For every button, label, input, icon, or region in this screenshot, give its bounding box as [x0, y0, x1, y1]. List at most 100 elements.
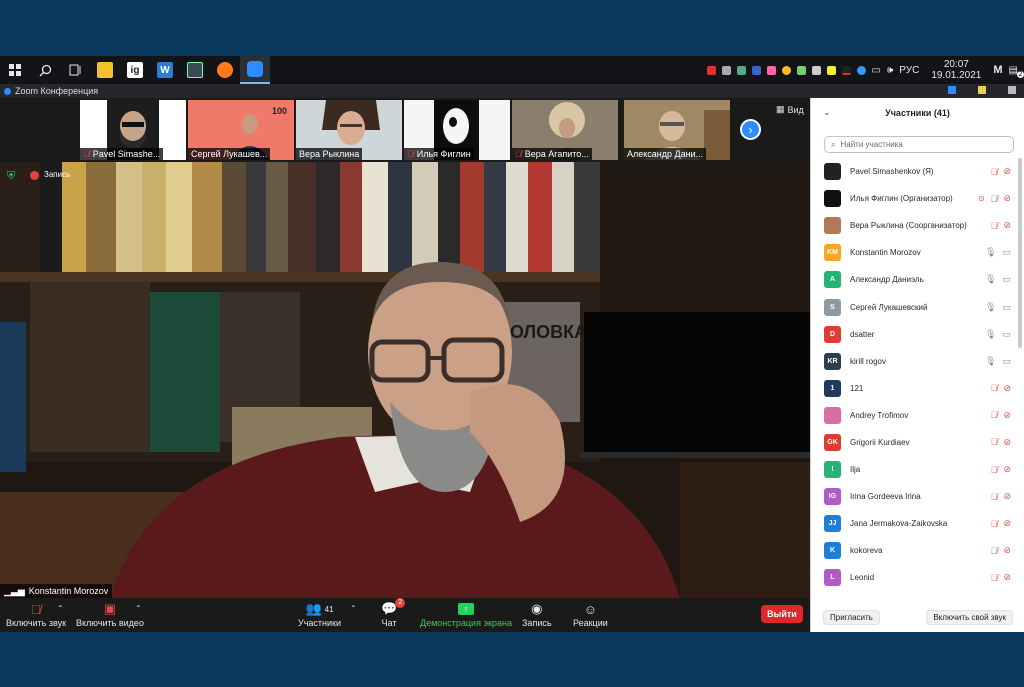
participant-row[interactable]: 1 121 🎙̸ ⊘	[811, 375, 1024, 402]
participant-row[interactable]: Вера Рыклина (Соорганизатор) 🎙̸ ⊘	[811, 212, 1024, 239]
ig-app-icon[interactable]: ig	[120, 56, 150, 84]
mic-muted-icon[interactable]: 🎙̸	[991, 573, 998, 583]
tray-app-icon[interactable]	[706, 65, 716, 75]
mic-muted-icon[interactable]: 🎙̸	[991, 221, 998, 231]
word-app-icon[interactable]: W	[150, 56, 180, 84]
participant-row[interactable]: GK Grigorii Kurdiaev 🎙̸ ⊘	[811, 429, 1024, 456]
tray-app-icon[interactable]	[736, 65, 746, 75]
participant-row[interactable]: Andrey Trofimov 🎙̸ ⊘	[811, 402, 1024, 429]
participant-thumbnail[interactable]: Вера Рыклина	[296, 100, 402, 160]
participant-row[interactable]: Ddsatter 🎙 ▭	[811, 321, 1024, 348]
network-icon[interactable]: ▭	[872, 65, 881, 76]
participant-thumbnail[interactable]: 🎙̸ Илья Фиглин	[404, 100, 510, 160]
mic-icon[interactable]: 🎙	[985, 247, 996, 258]
participant-row[interactable]: Pavel Simashenkov (Я) 🎙̸ ⊘	[811, 158, 1024, 185]
camera-off-icon[interactable]: ⊘	[1003, 410, 1011, 421]
camera-off-icon[interactable]: ⊘	[1003, 437, 1011, 448]
participant-row[interactable]: А Александр Даниэль 🎙 ▭	[811, 266, 1024, 293]
zoom-app-icon[interactable]	[240, 56, 270, 84]
share-screen-button[interactable]: ↑ Демонстрация экрана	[420, 600, 512, 628]
tray-app-icon[interactable]	[841, 65, 851, 75]
maximize-button[interactable]	[978, 86, 986, 94]
tray-app-icon[interactable]	[751, 65, 761, 75]
mic-muted-icon[interactable]: 🎙̸	[991, 519, 998, 529]
next-page-button[interactable]: ›	[740, 119, 761, 140]
tray-app-icon[interactable]	[766, 65, 776, 75]
camera-off-icon[interactable]: ⊘	[1003, 572, 1011, 583]
participant-thumbnail[interactable]: 🎙̸ Вера Агапито...	[512, 100, 618, 160]
mic-icon[interactable]: 🎙	[985, 274, 996, 285]
start-icon[interactable]	[0, 56, 30, 84]
camera-off-icon[interactable]: ⊘	[1003, 193, 1011, 204]
invite-button[interactable]: Пригласить	[823, 609, 880, 625]
search-icon[interactable]	[30, 56, 60, 84]
participant-row[interactable]: Kkokoreva 🎙̸ ⊘	[811, 537, 1024, 564]
participants-options-caret[interactable]: ⌃	[350, 604, 357, 613]
camera-off-icon[interactable]: ⊘	[1003, 491, 1011, 502]
mic-icon[interactable]: 🎙	[985, 329, 996, 340]
mic-icon[interactable]: 🎙	[985, 356, 996, 367]
camera-off-icon[interactable]: ⊘	[1003, 518, 1011, 529]
participant-row[interactable]: KM Konstantin Morozov 🎙 ▭	[811, 239, 1024, 266]
participant-row[interactable]: L Leonid 🎙̸ ⊘	[811, 564, 1024, 591]
camera-icon[interactable]: ▭	[1002, 247, 1011, 258]
camera-off-icon[interactable]: ⊘	[1003, 166, 1011, 177]
camera-off-icon[interactable]: ⊘	[1003, 464, 1011, 475]
shield-icon[interactable]: ⛨	[7, 170, 19, 182]
leave-meeting-button[interactable]: Выйти	[761, 605, 803, 623]
view-button[interactable]: ▦ Вид	[776, 104, 804, 115]
clock[interactable]: 20:07 19.01.2021	[931, 59, 981, 81]
participant-row[interactable]: I Ilja 🎙̸ ⊘	[811, 456, 1024, 483]
file-explorer-icon[interactable]	[90, 56, 120, 84]
camera-off-icon[interactable]: ⊘	[1003, 220, 1011, 231]
tray-app-icon[interactable]	[811, 65, 821, 75]
app-logo-icon[interactable]: M	[993, 64, 1002, 76]
video-options-caret[interactable]: ⌃	[135, 604, 142, 613]
terminal-app-icon[interactable]	[180, 56, 210, 84]
mic-muted-icon[interactable]: 🎙̸	[991, 546, 998, 556]
participant-row[interactable]: Илья Фиглин (Организатор) ⊙ 🎙̸ ⊘	[811, 185, 1024, 212]
mic-icon[interactable]: 🎙	[985, 302, 996, 313]
camera-icon[interactable]: ▭	[1002, 274, 1011, 285]
participant-thumbnail[interactable]: Александр Дани...	[624, 100, 730, 160]
tray-app-icon[interactable]	[721, 65, 731, 75]
participant-thumbnail[interactable]: 🎙̸ Pavel Simashe...	[80, 100, 186, 160]
tray-app-icon[interactable]	[781, 65, 791, 75]
participant-row[interactable]: IG Irina Gordeeva Irina 🎙̸ ⊘	[811, 483, 1024, 510]
minimize-button[interactable]	[948, 86, 956, 94]
panel-scrollbar[interactable]	[1018, 158, 1022, 348]
close-button[interactable]	[1008, 86, 1016, 94]
participants-button[interactable]: 👥 41 Участники	[298, 600, 341, 628]
reactions-button[interactable]: ☺ Реакции	[573, 600, 608, 629]
volume-icon[interactable]: 🕪	[887, 65, 893, 76]
language-indicator[interactable]: РУС	[899, 65, 919, 76]
tray-app-icon[interactable]	[856, 65, 866, 75]
mic-muted-icon[interactable]: 🎙̸	[991, 410, 998, 420]
camera-icon[interactable]: ▭	[1002, 356, 1011, 367]
mic-muted-icon[interactable]: 🎙̸	[991, 492, 998, 502]
participant-row[interactable]: KR kirill rogov 🎙 ▭	[811, 348, 1024, 375]
participant-thumbnail[interactable]: 100 Сергей Лукашев...	[188, 100, 294, 160]
mic-muted-icon[interactable]: 🎙̸	[991, 194, 998, 204]
participant-search-input[interactable]: ⌕ Найти участника	[824, 136, 1014, 153]
chat-button[interactable]: 💬 2 Чат	[381, 598, 406, 628]
tray-app-icon[interactable]	[796, 65, 806, 75]
task-view-icon[interactable]	[60, 56, 90, 84]
mic-muted-icon[interactable]: 🎙̸	[991, 167, 998, 177]
audio-options-caret[interactable]: ⌃	[57, 604, 64, 613]
camera-icon[interactable]: ▭	[1002, 329, 1011, 340]
unmute-self-button[interactable]: Включить свой звук	[926, 609, 1013, 625]
mic-muted-icon[interactable]: 🎙̸	[991, 465, 998, 475]
notifications-icon[interactable]: ▤ 2	[1009, 65, 1024, 78]
camera-icon[interactable]: ▭	[1002, 302, 1011, 313]
camera-off-icon[interactable]: ⊘	[1003, 545, 1011, 556]
chevron-down-icon[interactable]: ⌄	[823, 107, 831, 118]
participant-row[interactable]: S Сергей Лукашевский 🎙 ▭	[811, 293, 1024, 320]
mic-muted-icon[interactable]: 🎙̸	[991, 383, 998, 393]
start-video-button[interactable]: ▣ Включить видео	[76, 600, 144, 628]
firefox-icon[interactable]	[210, 56, 240, 84]
mic-muted-icon[interactable]: 🎙̸	[991, 437, 998, 447]
camera-off-icon[interactable]: ⊘	[1003, 383, 1011, 394]
tray-app-icon[interactable]	[826, 65, 836, 75]
record-button[interactable]: ◉ Запись	[522, 600, 552, 628]
